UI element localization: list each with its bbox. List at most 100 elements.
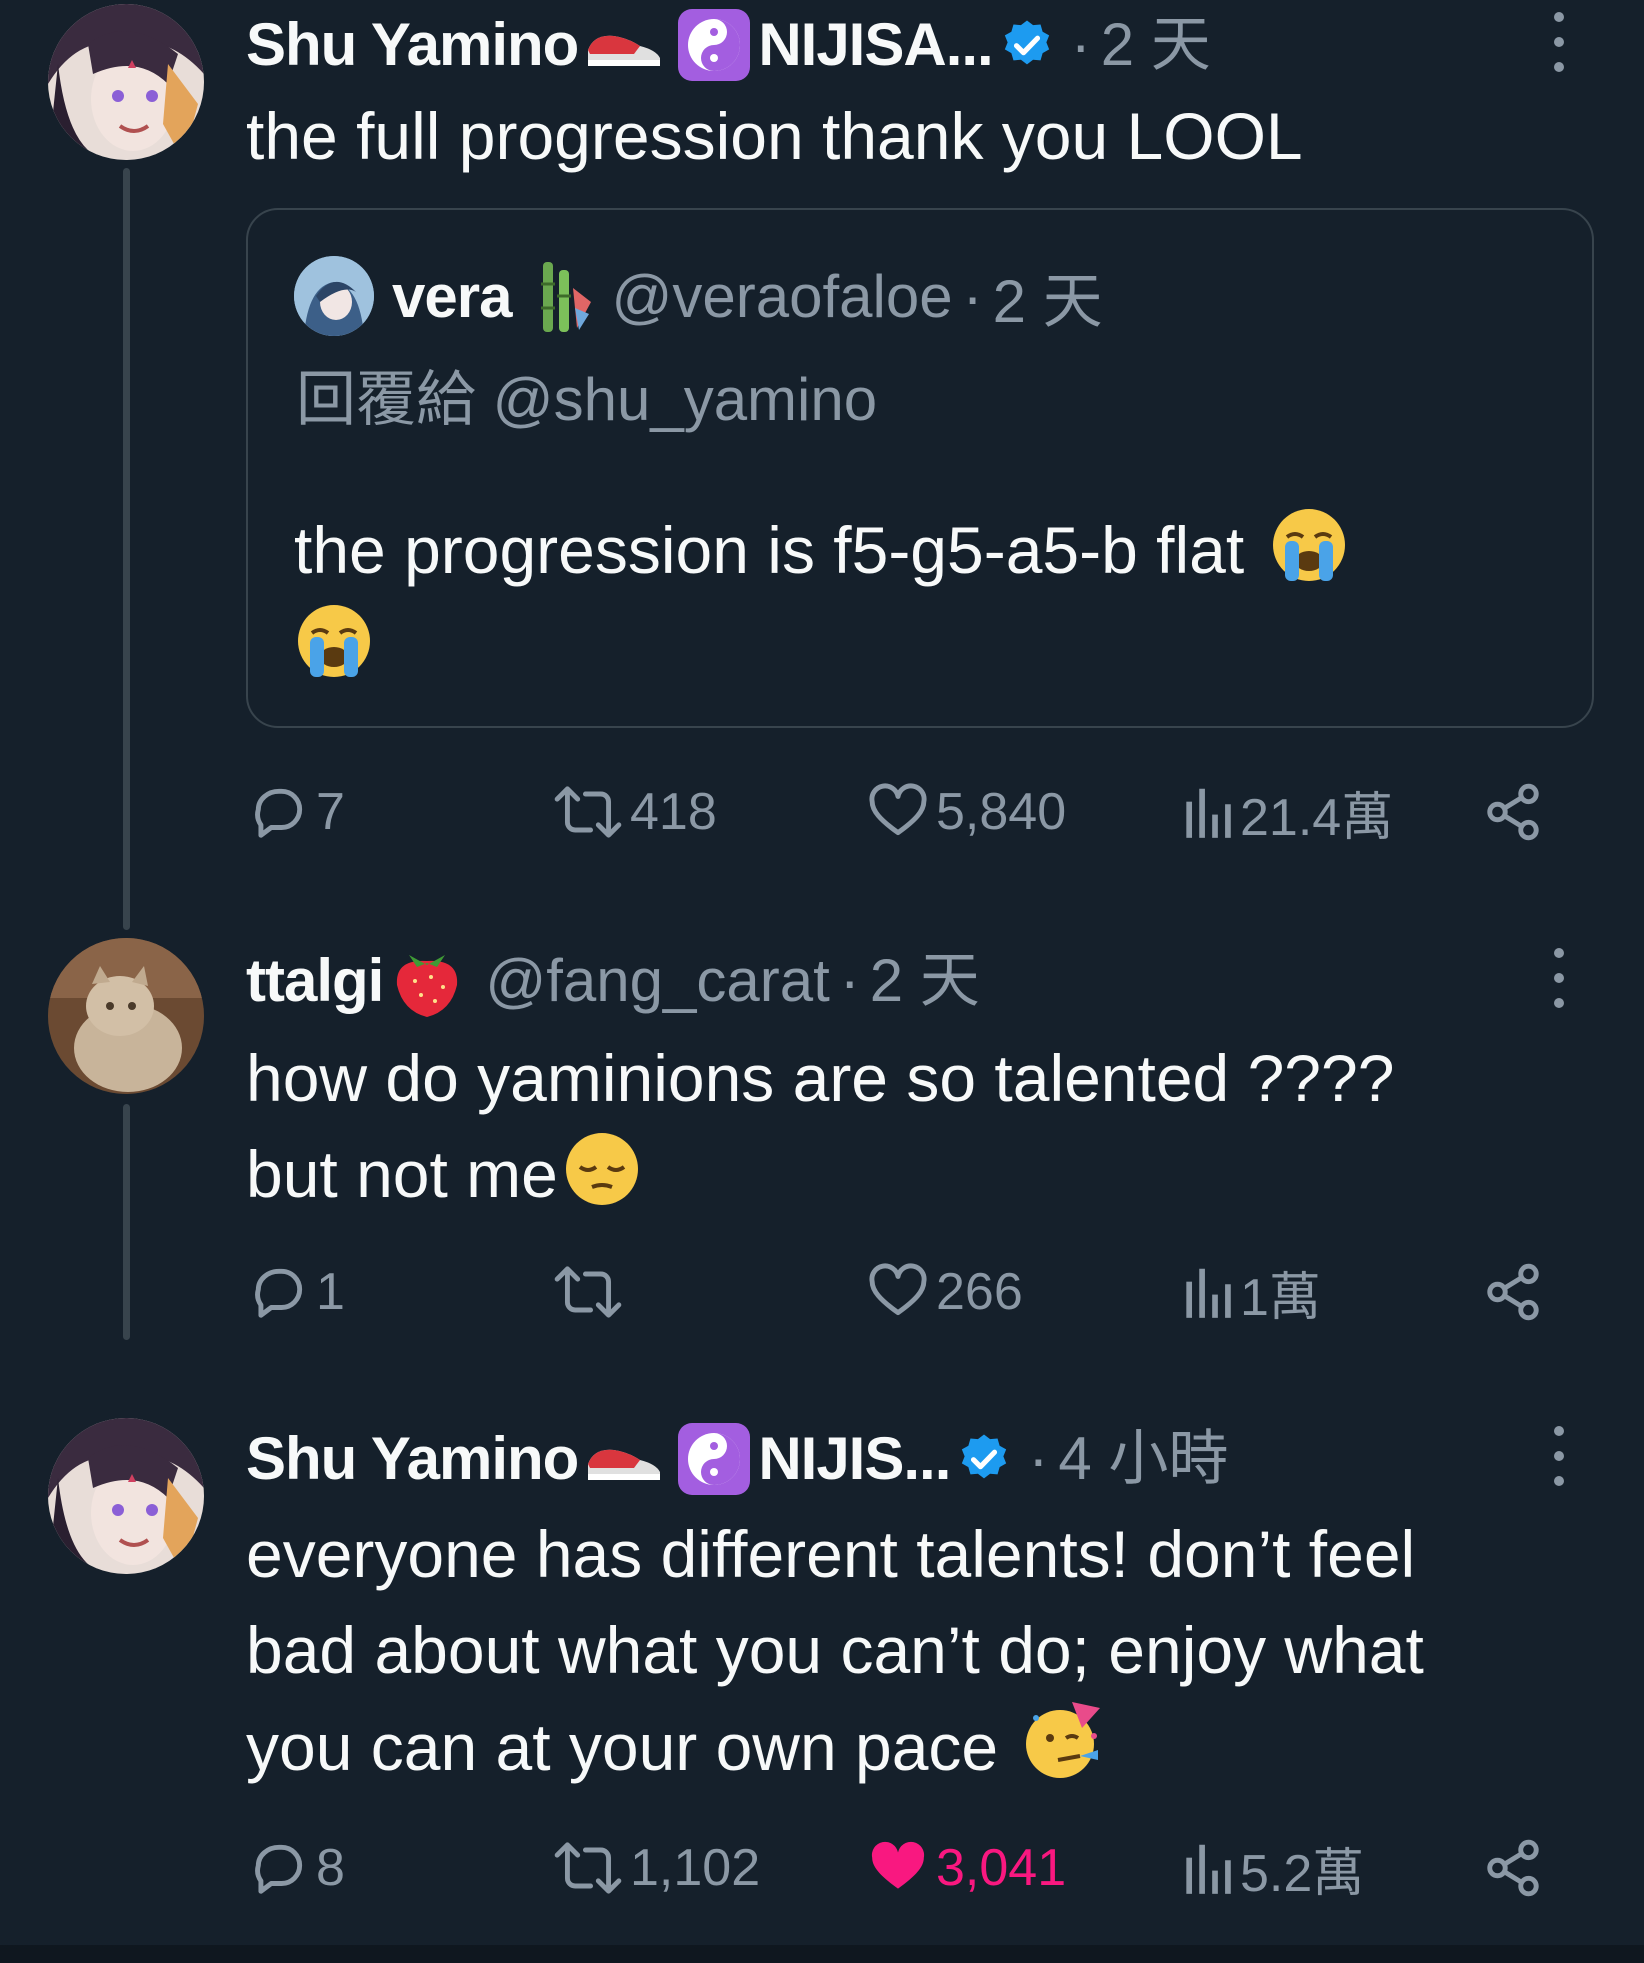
display-name[interactable]: Shu Yamino [246,8,579,82]
quoted-tweet-card[interactable]: vera @veraofaloe · 2 天 回覆給 @shu_yamino t… [246,208,1594,728]
tweet-text-line: you can at your own pace [246,1710,999,1784]
reply-button[interactable]: 7 [248,772,345,852]
quoted-display-name: vera [392,262,512,330]
yin-yang-emoji-icon [676,7,752,83]
more-options-icon[interactable] [1544,1426,1574,1486]
reply-count: 7 [316,783,345,841]
views-count: 1萬 [1240,1268,1321,1327]
display-name[interactable]: Shu Yamino [246,1422,579,1496]
sneaker-emoji-icon [584,1434,664,1484]
like-count: 3,041 [936,1839,1067,1897]
thread-connector [123,168,130,930]
reply-button[interactable]: 8 [248,1828,345,1908]
more-options-icon[interactable] [1544,12,1574,72]
like-count: 5,840 [936,783,1067,841]
tweet-text-line: but not me [246,1137,558,1211]
share-button[interactable] [1482,1828,1544,1908]
share-icon [1487,783,1539,841]
quoted-text: the progression is f5-g5-a5-b flat [294,502,1554,694]
avatar[interactable] [48,4,204,160]
retweet-button[interactable]: 418 [552,772,717,852]
tweet-actions: 1 266 1萬 [246,1252,1546,1332]
reply-handle[interactable]: @shu_yamino [493,366,877,433]
tweet-text-line: bad about what you can’t do; enjoy what [246,1613,1424,1687]
verified-badge-icon [999,17,1055,73]
retweet-icon [554,1842,622,1894]
views-button[interactable]: 1萬 [1180,1252,1321,1332]
quoted-header: vera @veraofaloe · 2 天 [392,254,1103,338]
reply-button[interactable]: 1 [248,1252,345,1332]
partying-face-emoji-icon [1022,1698,1106,1782]
quoted-timestamp: 2 天 [992,267,1103,335]
retweet-button[interactable] [552,1252,630,1332]
tweet-header: Shu Yamino NIJISA... · 2 天 [246,8,1564,82]
quoted-avatar [294,256,374,336]
views-chart-icon [1186,1844,1231,1894]
avatar[interactable] [48,938,204,1094]
tweet-actions: 7 418 5,840 21.4萬 [246,772,1546,852]
retweet-button[interactable]: 1,102 [552,1828,760,1908]
tweet-text-line: how do yaminions are so talented ???? [246,1041,1395,1115]
verified-badge-icon [956,1431,1012,1487]
pensive-face-emoji-icon [562,1129,642,1209]
timestamp[interactable]: 2 天 [870,944,980,1018]
tweet-actions: 8 1,102 3,041 5.2萬 [246,1828,1546,1908]
tweet-header: Shu Yamino NIJIS... · 4 小時 [246,1422,1564,1496]
timestamp[interactable]: 4 小時 [1058,1422,1228,1496]
heart-icon [869,1263,927,1316]
heart-filled-icon [871,1841,925,1889]
affiliation-label: NIJIS... [758,1425,951,1492]
like-button[interactable]: 3,041 [866,1828,1066,1908]
bottom-divider [0,1945,1644,1963]
like-button[interactable]: 266 [866,1252,1023,1332]
views-chart-icon [1186,788,1231,838]
share-icon [1487,1263,1539,1321]
separator-dot: · [962,262,983,330]
retweet-icon [554,1266,622,1318]
separator-dot: · [1070,11,1091,78]
bamboo-emoji-icon [529,258,593,334]
share-button[interactable] [1482,772,1544,852]
yin-yang-emoji-icon [676,1421,752,1497]
quoted-handle: @veraofaloe [611,262,953,330]
affiliation-label: NIJISA... [758,11,993,78]
views-count: 5.2萬 [1240,1844,1365,1903]
thread-connector [123,1104,130,1340]
like-count: 266 [936,1263,1023,1321]
quoted-reply-context: 回覆給 @shu_yamino [296,358,877,442]
more-options-icon[interactable] [1544,948,1574,1008]
handle[interactable]: @fang_carat [485,944,829,1018]
views-button[interactable]: 21.4萬 [1180,772,1393,852]
timestamp[interactable]: 2 天 [1101,8,1211,82]
reply-icon [255,1268,303,1318]
reply-icon [255,788,303,838]
reply-count: 1 [316,1263,345,1321]
tweet-text: the full progression thank you LOOL [246,99,1303,173]
reply-icon [255,1844,303,1894]
loudly-crying-emoji-icon [294,601,374,681]
loudly-crying-emoji-icon [1269,505,1349,585]
heart-icon [869,783,927,836]
display-name[interactable]: ttalgi [246,944,384,1018]
quoted-text-content: the progression is f5-g5-a5-b flat [294,513,1245,587]
reply-count: 8 [316,1839,345,1897]
tweet-text-line: everyone has different talents! don’t fe… [246,1517,1416,1591]
views-button[interactable]: 5.2萬 [1180,1828,1364,1908]
share-icon [1487,1839,1539,1897]
avatar[interactable] [48,1418,204,1574]
tweet-header: ttalgi @fang_carat · 2 天 [246,944,1564,1018]
sneaker-emoji-icon [584,20,664,70]
views-chart-icon [1186,1268,1231,1318]
tweet-text: everyone has different talents! don’t fe… [246,1506,1604,1795]
retweet-count: 1,102 [630,1839,761,1897]
views-count: 21.4萬 [1240,788,1394,847]
reply-prefix: 回覆給 [296,366,476,433]
share-button[interactable] [1482,1252,1544,1332]
retweet-count: 418 [630,783,717,841]
separator-dot: · [1028,1425,1049,1492]
retweet-icon [554,786,622,838]
separator-dot: · [839,947,860,1014]
tweet-text: how do yaminions are so talented ???? bu… [246,1030,1604,1222]
strawberry-emoji-icon [387,941,467,1021]
like-button[interactable]: 5,840 [866,772,1066,852]
